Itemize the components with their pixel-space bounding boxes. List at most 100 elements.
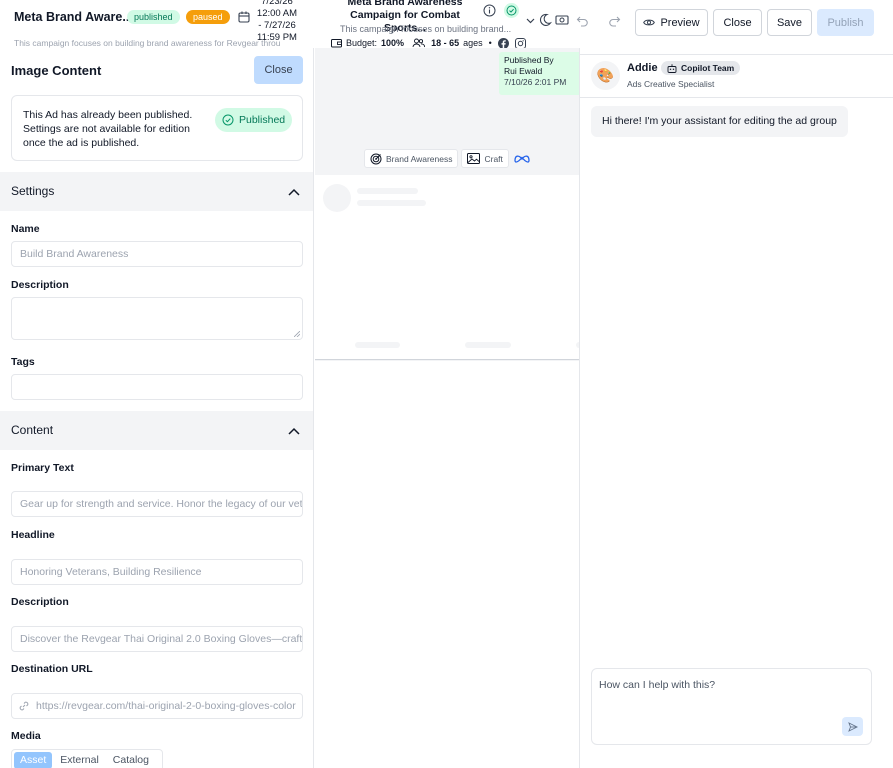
objective-chip[interactable]: Brand Awareness xyxy=(364,149,459,168)
tab-catalog[interactable]: Catalog xyxy=(107,752,155,768)
description-label: Description xyxy=(11,279,69,291)
content-description-label: Description xyxy=(11,596,69,608)
image-content-panel: Image Content Close This Ad has already … xyxy=(0,48,314,768)
status-badge-paused[interactable]: paused xyxy=(186,10,230,24)
content-section-title: Content xyxy=(11,423,54,437)
preview-button[interactable]: Preview xyxy=(635,9,708,36)
chat-input[interactable] xyxy=(599,676,859,694)
published-by-name: Rui Ewald xyxy=(504,66,543,76)
media-label: Media xyxy=(11,730,41,742)
save-button[interactable]: Save xyxy=(767,9,812,36)
age-unit: ages xyxy=(463,38,483,48)
image-icon xyxy=(467,153,481,164)
published-by-label: Published By xyxy=(504,55,554,65)
description-textarea[interactable] xyxy=(11,297,303,340)
name-label: Name xyxy=(11,223,40,235)
moon-icon[interactable] xyxy=(539,13,552,27)
tags-label: Tags xyxy=(11,356,35,368)
format-label: Craft xyxy=(484,153,503,164)
published-date: 7/10/26 2:01 PM xyxy=(504,77,567,87)
eye-icon xyxy=(643,19,656,26)
primary-text-label: Primary Text xyxy=(11,462,74,474)
instagram-icon xyxy=(514,37,526,48)
tab-asset[interactable]: Asset xyxy=(14,751,53,768)
primary-text-field[interactable]: Gear up for strength and service. Honor … xyxy=(11,491,303,517)
meta-logo-icon xyxy=(514,155,530,163)
team-badge: Copilot Team xyxy=(661,61,741,75)
ad-preview-area: Published By Rui Ewald 7/10/26 2:01 PM B… xyxy=(315,48,579,664)
users-icon xyxy=(412,38,426,48)
link-icon xyxy=(19,701,29,711)
chevron-up-icon[interactable] xyxy=(287,424,301,438)
wallet-icon xyxy=(331,39,342,48)
content-description-field[interactable]: Discover the Revgear Thai Original 2.0 B… xyxy=(11,626,303,652)
objective-label: Brand Awareness xyxy=(386,153,453,164)
chevron-up-icon[interactable] xyxy=(287,185,301,199)
copilot-chat-panel: 🎨 Addie Copilot Team Ads Creative Specia… xyxy=(579,48,893,768)
name-field[interactable]: Build Brand Awareness xyxy=(11,241,303,267)
destination-url-label: Destination URL xyxy=(11,663,93,675)
campaign-title[interactable]: Meta Brand Aware... xyxy=(14,10,133,24)
publish-button[interactable]: Publish xyxy=(817,9,874,36)
budget-icon[interactable] xyxy=(555,14,569,26)
campaign-description: This campaign focuses on building brand … xyxy=(14,38,281,48)
avatar: 🎨 xyxy=(591,61,620,90)
chat-divider xyxy=(580,97,893,98)
undo-icon[interactable] xyxy=(576,14,589,27)
preview-footer-area xyxy=(315,664,579,768)
published-status-pill: Published xyxy=(215,108,292,132)
published-notice: This Ad has already been published. Sett… xyxy=(11,95,303,161)
separator-bullet: • xyxy=(488,38,492,48)
resize-grip-icon[interactable] xyxy=(294,331,300,337)
status-badge-published: published xyxy=(127,10,180,24)
ad-preview-card[interactable] xyxy=(315,175,579,360)
tags-field[interactable] xyxy=(11,374,303,400)
agent-name: Addie xyxy=(627,62,658,74)
top-bar: Meta Brand Aware... published paused 7/2… xyxy=(0,0,893,48)
preview-label: Preview xyxy=(660,16,700,29)
budget-label: Budget: xyxy=(346,38,378,48)
notice-text: This Ad has already been published. Sett… xyxy=(23,109,193,149)
calendar-icon xyxy=(238,11,250,23)
published-check-icon xyxy=(504,3,519,18)
facebook-icon xyxy=(497,37,509,48)
chevron-down-icon[interactable] xyxy=(525,15,536,26)
destination-url-field[interactable]: https://revgear.com/thai-original-2-0-bo… xyxy=(11,693,303,719)
target-icon xyxy=(370,153,382,164)
close-panel-button[interactable]: Close xyxy=(254,56,303,84)
check-circle-icon xyxy=(222,114,234,126)
robot-icon xyxy=(667,63,677,73)
redo-icon[interactable] xyxy=(608,14,621,27)
team-label: Copilot Team xyxy=(681,63,735,73)
published-by-card: Published By Rui Ewald 7/10/26 2:01 PM xyxy=(499,52,579,95)
media-source-tabs: Asset External Catalog xyxy=(11,749,163,768)
skeleton-line xyxy=(355,342,400,348)
tab-external[interactable]: External xyxy=(54,752,105,768)
headline-label: Headline xyxy=(11,529,55,541)
skeleton-avatar xyxy=(323,184,351,212)
agent-role: Ads Creative Specialist xyxy=(627,79,715,89)
ad-group-subtitle: This campaign focuses on building brand.… xyxy=(340,24,512,34)
chat-composer xyxy=(591,668,872,745)
skeleton-line xyxy=(357,200,426,206)
skeleton-line xyxy=(357,188,418,194)
budget-value: 100% xyxy=(381,38,405,48)
settings-section-header[interactable]: Settings xyxy=(0,172,313,211)
published-status-label: Published xyxy=(239,114,286,126)
close-button[interactable]: Close xyxy=(713,9,762,36)
format-chip[interactable]: Craft xyxy=(461,149,509,168)
info-icon[interactable] xyxy=(483,4,496,17)
skeleton-line xyxy=(465,342,511,348)
content-section-header[interactable]: Content xyxy=(0,411,313,450)
preview-canvas xyxy=(315,361,579,664)
settings-section-title: Settings xyxy=(11,184,55,198)
headline-field[interactable]: Honoring Veterans, Building Resilience xyxy=(11,559,303,585)
budget-summary: Budget: 100% 18 - 65 ages • xyxy=(331,37,526,48)
send-button[interactable] xyxy=(842,717,863,736)
destination-url-value: https://revgear.com/thai-original-2-0-bo… xyxy=(36,700,296,712)
panel-title: Image Content xyxy=(11,63,102,78)
assistant-message: Hi there! I'm your assistant for editing… xyxy=(591,106,848,137)
age-range: 18 - 65 xyxy=(431,38,460,48)
objective-row: Brand Awareness Craft xyxy=(364,149,530,168)
send-icon xyxy=(847,721,858,732)
